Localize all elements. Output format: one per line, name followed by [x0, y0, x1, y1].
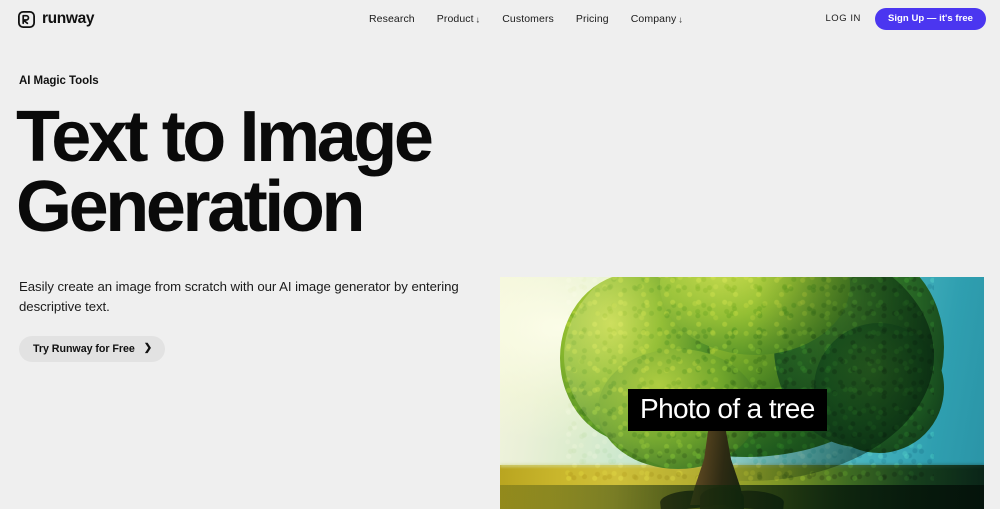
nav-item-company[interactable]: Company ↓ [631, 14, 683, 25]
nav-label: Research [369, 12, 415, 25]
chevron-down-icon: ↓ [475, 14, 481, 24]
tree-canopy [560, 277, 944, 481]
nav-label: Product [436, 12, 474, 25]
signup-button[interactable]: Sign Up — it's free [874, 7, 986, 31]
headline-line-1: Text to Image [16, 97, 434, 177]
main-navigation: Research Product ↓ Customers Pricing Com… [369, 0, 683, 38]
page-root: runway Research Product ↓ Customers Pric… [0, 0, 1000, 509]
image-caption: Photo of a tree [628, 389, 827, 432]
nav-label: Customers [502, 12, 554, 25]
chevron-down-icon: ↓ [678, 14, 683, 24]
nav-item-research[interactable]: Research [369, 14, 415, 25]
try-runway-for-free-button[interactable]: Try Runway for Free ❯ [19, 336, 166, 362]
runway-logo-icon [18, 10, 35, 28]
category-eyebrow: AI Magic Tools [19, 75, 99, 87]
hero-description: Easily create an image from scratch with… [19, 279, 459, 314]
brand-wordmark: runway [42, 10, 95, 28]
login-link[interactable]: LOG IN [825, 14, 861, 24]
header-actions: LOG IN Sign Up — it's free [825, 0, 986, 38]
nav-item-pricing[interactable]: Pricing [576, 14, 609, 25]
brand-logo[interactable]: runway [18, 9, 95, 29]
nav-label: Company [630, 12, 677, 25]
nav-item-product[interactable]: Product ↓ [437, 14, 481, 25]
chevron-right-icon: ❯ [143, 342, 153, 354]
page-title: Text to Image Generation [16, 101, 486, 243]
nav-label: Pricing [575, 12, 609, 25]
nav-item-customers[interactable]: Customers [502, 14, 554, 25]
cta-label: Try Runway for Free [33, 343, 135, 355]
headline-line-2: Generation [16, 166, 365, 247]
hero-image: Photo of a tree [500, 277, 984, 509]
site-header: runway Research Product ↓ Customers Pric… [0, 0, 1000, 38]
ground-shadow [500, 485, 984, 509]
